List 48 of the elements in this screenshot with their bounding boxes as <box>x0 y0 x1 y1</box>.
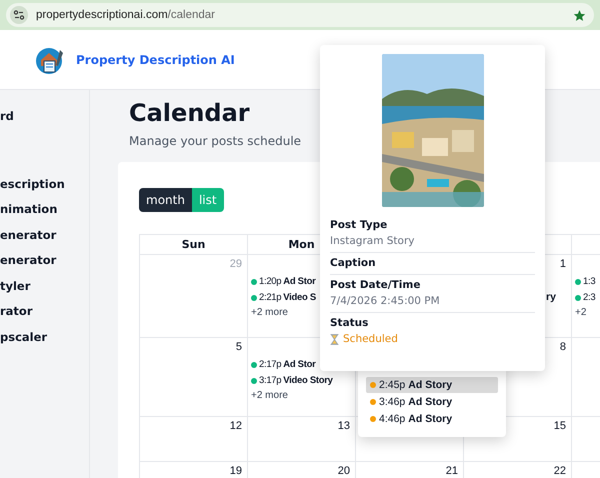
calendar-event[interactable]: 1:20p Ad Stor <box>251 275 316 288</box>
weekday-header: Sun <box>140 235 247 254</box>
address-bar[interactable]: propertydescriptionai.com/calendar <box>6 3 594 27</box>
status-value: Scheduled <box>343 333 398 345</box>
day-number: 5 <box>236 341 242 355</box>
day-number: 29 <box>230 258 242 272</box>
field-label: Post Type <box>330 219 388 231</box>
more-events-link[interactable]: +2 <box>575 307 586 318</box>
sidebar-item[interactable]: rd <box>0 104 89 130</box>
calendar-event[interactable]: 3:17p Video Story <box>251 374 333 387</box>
field-value: 7/4/2026 2:45:00 PM <box>330 295 440 307</box>
sidebar-item[interactable]: rator <box>0 299 89 324</box>
day-number: 8 <box>560 341 566 355</box>
sidebar-item[interactable]: pscaler <box>0 324 89 350</box>
day-number: 1 <box>560 258 566 272</box>
calendar-event[interactable]: 2:17p Ad Stor <box>251 358 316 371</box>
field-label: Status <box>330 317 368 329</box>
hourglass-icon <box>330 334 339 344</box>
calendar-event[interactable]: 4:46p Ad Story <box>366 411 498 427</box>
day-number: 20 <box>338 465 350 478</box>
calendar-event[interactable]: 3:46p Ad Story <box>366 394 498 410</box>
calendar-event[interactable]: 2:45p Ad Story <box>366 377 498 393</box>
sidebar-item[interactable]: escription <box>0 172 89 197</box>
sidebar-item[interactable]: enerator <box>0 248 89 274</box>
site-settings-icon[interactable] <box>10 6 28 24</box>
app-name[interactable]: Property Description AI <box>76 52 235 66</box>
day-number: 22 <box>554 465 566 478</box>
url-text: propertydescriptionai.com/calendar <box>36 9 216 21</box>
calendar-event[interactable]: 2:3 <box>575 291 596 304</box>
field-label: Post Date/Time <box>330 279 420 291</box>
day-number: 15 <box>554 420 566 434</box>
sidebar-item[interactable]: enerator <box>0 222 89 248</box>
calendar-event[interactable]: 2:21p Video S <box>251 291 316 304</box>
day-number: 21 <box>446 465 458 478</box>
page-title: Calendar <box>129 98 251 128</box>
day-number: 12 <box>230 420 242 434</box>
view-toggle-button[interactable]: month <box>139 188 192 212</box>
sidebar-item[interactable]: tyler <box>0 274 89 299</box>
sidebar-item[interactable]: nimation <box>0 197 89 222</box>
event-title[interactable]: ry <box>546 291 556 303</box>
more-events-link[interactable]: +2 more <box>251 390 288 401</box>
more-events-link[interactable]: +2 more <box>251 307 288 318</box>
day-number: 19 <box>230 465 242 478</box>
day-number: 13 <box>338 420 350 434</box>
bookmark-star-icon[interactable] <box>573 8 586 22</box>
page-subtitle: Manage your posts schedule <box>129 134 302 148</box>
calendar-event[interactable]: 1:3 <box>575 275 596 288</box>
field-label: Caption <box>330 257 376 269</box>
